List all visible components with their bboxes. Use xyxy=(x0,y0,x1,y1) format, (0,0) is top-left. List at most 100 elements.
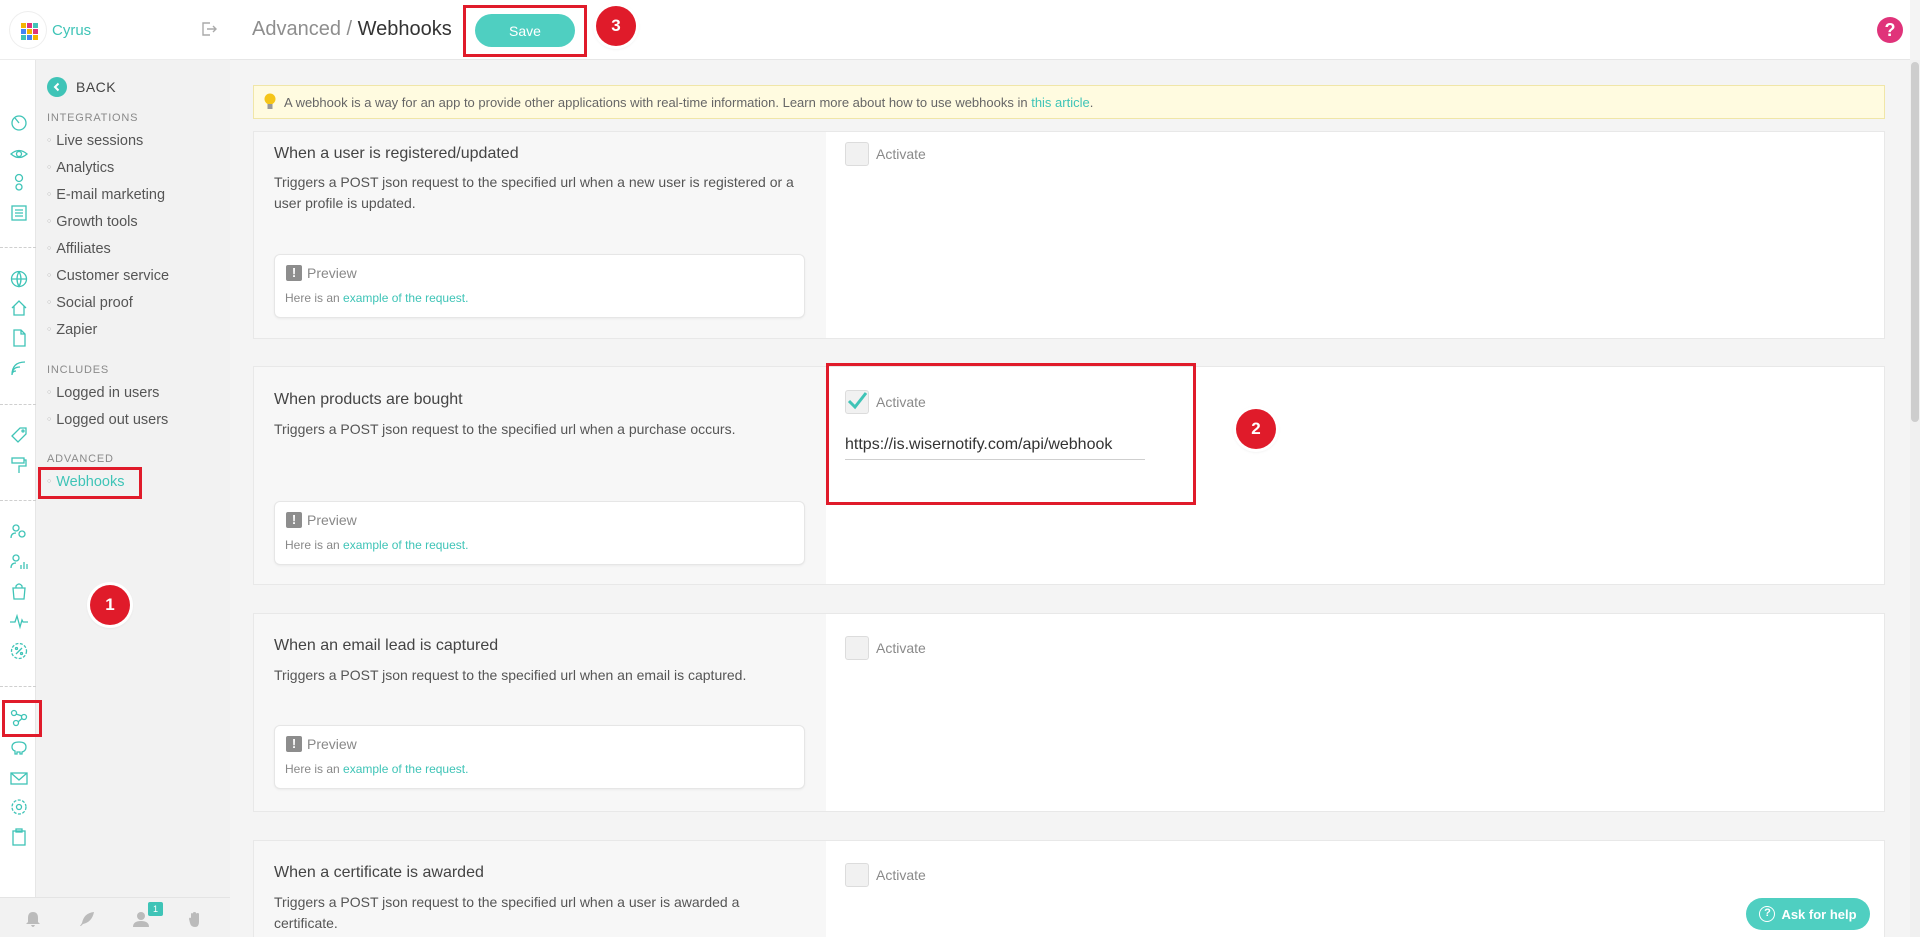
nav-panel: BACK INTEGRATIONS Live sessions Analytic… xyxy=(36,60,230,897)
preview-example-link[interactable]: example of the request. xyxy=(343,538,468,552)
info-notice: A webhook is a way for an app to provide… xyxy=(253,85,1885,119)
bell-icon[interactable] xyxy=(24,910,42,928)
nav-item-growth-tools[interactable]: Growth tools xyxy=(47,214,137,230)
activate-label: Activate xyxy=(876,394,926,410)
annotation-marker-1: 1 xyxy=(90,585,130,625)
brand-name: Cyrus xyxy=(52,22,92,39)
pulse-icon[interactable] xyxy=(9,611,29,631)
ask-for-help-button[interactable]: ? Ask for help xyxy=(1746,898,1870,930)
preview-box: ! Preview Here is an example of the requ… xyxy=(274,501,805,565)
preview-text: Here is an example of the request. xyxy=(285,762,468,776)
webhook-description: Triggers a POST json request to the spec… xyxy=(274,894,740,931)
activate-checkbox[interactable]: Activate xyxy=(845,636,926,660)
checkbox-box[interactable] xyxy=(845,142,869,166)
icon-rail xyxy=(0,0,36,937)
help-icon[interactable]: ? xyxy=(1877,17,1903,43)
section-integrations: INTEGRATIONS xyxy=(47,112,139,124)
activate-checkbox[interactable]: Activate xyxy=(845,142,926,166)
preview-text: Here is an example of the request. xyxy=(285,291,468,305)
preview-box: ! Preview Here is an example of the requ… xyxy=(274,725,805,789)
clipboard-icon[interactable] xyxy=(9,827,29,847)
activate-checkbox[interactable]: Activate xyxy=(845,390,926,414)
checkbox-box-checked[interactable] xyxy=(845,390,869,414)
nav-item-social-proof[interactable]: Social proof xyxy=(47,295,133,311)
globe-icon[interactable] xyxy=(9,269,29,289)
checkbox-box[interactable] xyxy=(845,863,869,887)
preview-title: Preview xyxy=(307,265,357,281)
save-button[interactable]: Save xyxy=(475,14,575,47)
timer-icon[interactable] xyxy=(9,112,29,132)
eye-icon[interactable] xyxy=(9,144,29,164)
webhook-description: Triggers a POST json request to the spec… xyxy=(274,174,794,211)
discount-gear-icon[interactable] xyxy=(9,641,29,661)
ask-for-help-label: Ask for help xyxy=(1781,906,1857,922)
document-icon[interactable] xyxy=(9,328,29,348)
webhook-card-user-registered: When a user is registered/updated Trigge… xyxy=(253,131,1885,339)
nav-item-analytics[interactable]: Analytics xyxy=(47,160,114,176)
back-button[interactable]: BACK xyxy=(47,77,116,97)
webhook-card-products-bought: When products are bought Triggers a POST… xyxy=(253,366,1885,585)
person-pin-icon[interactable] xyxy=(9,172,29,192)
feather-icon[interactable] xyxy=(78,910,96,928)
nav-item-email-marketing[interactable]: E-mail marketing xyxy=(47,187,165,203)
question-circle-icon: ? xyxy=(1759,906,1776,922)
exclamation-icon: ! xyxy=(286,265,302,281)
home-icon[interactable] xyxy=(9,298,29,318)
preview-example-link[interactable]: example of the request. xyxy=(343,762,468,776)
piggy-bank-icon[interactable] xyxy=(9,737,29,757)
breadcrumb: Advanced / Webhooks xyxy=(252,18,452,41)
list-icon[interactable] xyxy=(9,203,29,223)
users-icon[interactable] xyxy=(9,522,29,542)
nav-item-logged-out-users[interactable]: Logged out users xyxy=(47,412,168,428)
nav-item-webhooks[interactable]: Webhooks xyxy=(47,474,124,490)
breadcrumb-advanced[interactable]: Advanced xyxy=(252,18,341,40)
notice-article-link[interactable]: this article xyxy=(1031,95,1090,110)
webhook-url-input[interactable] xyxy=(845,430,1145,460)
webhook-card-email-lead: When an email lead is captured Triggers … xyxy=(253,613,1885,812)
logout-icon[interactable] xyxy=(200,20,218,38)
nav-item-zapier[interactable]: Zapier xyxy=(47,322,97,338)
tag-icon[interactable] xyxy=(9,425,29,445)
activate-label: Activate xyxy=(876,640,926,656)
webhook-title: When products are bought xyxy=(274,391,463,408)
share-icon[interactable] xyxy=(9,707,29,727)
annotation-marker-3: 3 xyxy=(596,6,636,46)
scrollbar-thumb[interactable] xyxy=(1911,62,1919,422)
signal-icon[interactable] xyxy=(9,358,29,378)
back-arrow-icon xyxy=(47,77,67,97)
lightbulb-icon xyxy=(263,92,277,112)
nav-item-live-sessions[interactable]: Live sessions xyxy=(47,133,143,149)
nav-item-logged-in-users[interactable]: Logged in users xyxy=(47,385,159,401)
shopping-bag-icon[interactable] xyxy=(9,581,29,601)
webhook-description: Triggers a POST json request to the spec… xyxy=(274,667,747,683)
preview-text: Here is an example of the request. xyxy=(285,538,468,552)
notice-end: . xyxy=(1089,95,1094,110)
breadcrumb-separator: / xyxy=(340,18,358,40)
webhook-description: Triggers a POST json request to the spec… xyxy=(274,421,736,437)
preview-title: Preview xyxy=(307,512,357,528)
exclamation-icon: ! xyxy=(286,736,302,752)
exclamation-icon: ! xyxy=(286,512,302,528)
preview-prefix: Here is an xyxy=(285,762,344,776)
activate-checkbox[interactable]: Activate xyxy=(845,863,926,887)
preview-example-link[interactable]: example of the request. xyxy=(343,291,468,305)
hand-icon[interactable] xyxy=(186,910,204,928)
nav-item-affiliates[interactable]: Affiliates xyxy=(47,241,111,257)
app-grid-logo-icon[interactable] xyxy=(10,12,46,48)
preview-box: ! Preview Here is an example of the requ… xyxy=(274,254,805,318)
brand-header: Cyrus xyxy=(0,0,230,60)
paint-roller-icon[interactable] xyxy=(9,455,29,475)
checkbox-box[interactable] xyxy=(845,636,869,660)
bottom-bar: 1 xyxy=(0,897,230,937)
settings-gear-icon[interactable] xyxy=(9,797,29,817)
page-header: Advanced / Webhooks Save ? xyxy=(230,0,1910,60)
webhook-title: When a user is registered/updated xyxy=(274,145,519,162)
section-includes: INCLUDES xyxy=(47,364,110,376)
activate-label: Activate xyxy=(876,146,926,162)
preview-title: Preview xyxy=(307,736,357,752)
nav-item-customer-service[interactable]: Customer service xyxy=(47,268,169,284)
user-stats-icon[interactable] xyxy=(9,552,29,572)
page-title: Webhooks xyxy=(357,18,452,40)
mail-icon[interactable] xyxy=(9,768,29,788)
activate-label: Activate xyxy=(876,867,926,883)
